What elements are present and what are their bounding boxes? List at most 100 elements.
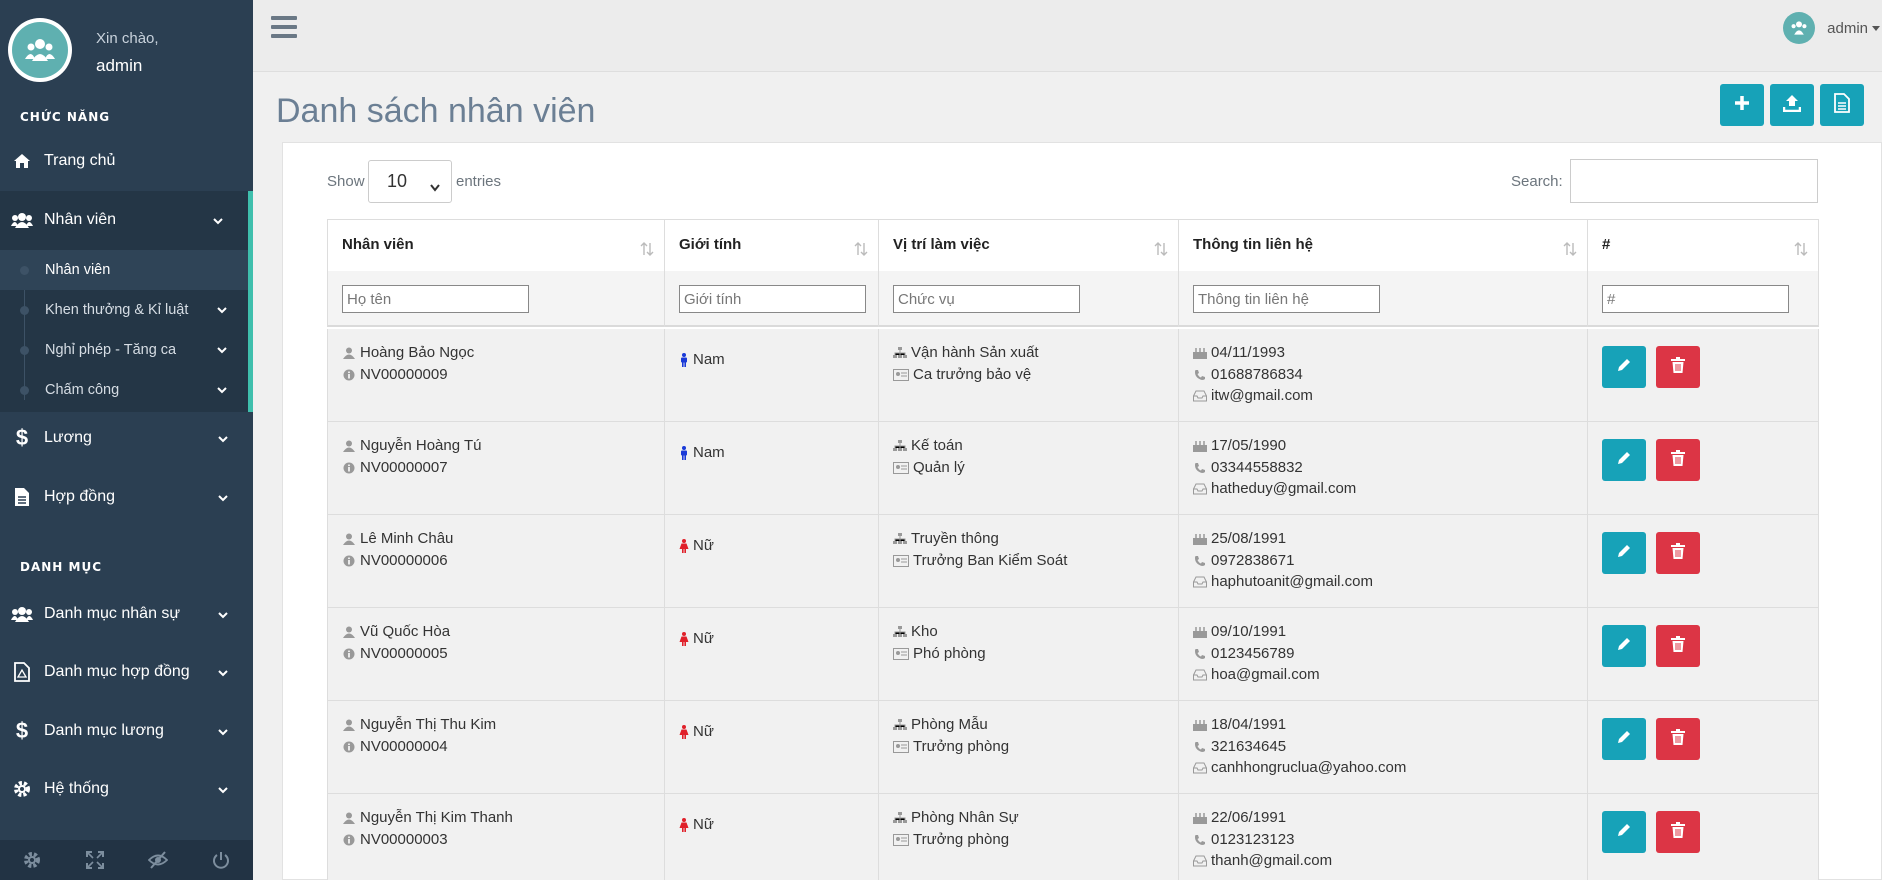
pencil-icon (1616, 543, 1632, 563)
birthday-cake-icon (1193, 532, 1207, 546)
filter-name-input[interactable] (342, 285, 529, 313)
phone-icon (1193, 647, 1207, 661)
phone-number: 0123456789 (1211, 645, 1295, 662)
table-row: Nguyễn Thị Kim Thanh NV00000003 Nữ Phòng Nh… (327, 794, 1819, 880)
id-card-icon (893, 740, 909, 754)
sidebar-item-label: Lương (44, 429, 92, 446)
add-employee-button[interactable] (1720, 84, 1764, 126)
column-header-position[interactable]: Vị trí làm việc (879, 220, 1179, 273)
table-row: Nguyễn Hoàng Tú NV00000007 Nam Kế toán Quản … (327, 422, 1819, 515)
sidebar-item-salary-catalog[interactable]: $ Danh mục lương (0, 702, 253, 760)
male-icon (679, 352, 689, 367)
column-header-actions[interactable]: # (1588, 220, 1818, 273)
top-navbar: admin (253, 0, 1882, 72)
dollar-icon: $ (15, 718, 29, 743)
position-cell: Truyền thông Trưởng Ban Kiểm Soát (879, 515, 1179, 608)
id-card-icon (893, 368, 909, 382)
birthday-cake-icon (1193, 811, 1207, 825)
upload-button[interactable] (1770, 84, 1814, 126)
gender-value: Nữ (693, 537, 714, 554)
export-file-button[interactable] (1820, 84, 1864, 126)
birthday-cake-icon (1193, 718, 1207, 732)
dollar-icon: $ (15, 425, 29, 450)
inbox-icon (1193, 389, 1207, 403)
male-icon (679, 445, 689, 460)
delete-button[interactable] (1656, 439, 1700, 481)
actions-cell (1588, 329, 1818, 422)
actions-cell (1588, 422, 1818, 515)
edit-button[interactable] (1602, 718, 1646, 760)
settings-icon[interactable] (21, 849, 43, 871)
phone-icon (1193, 554, 1207, 568)
delete-button[interactable] (1656, 811, 1700, 853)
trash-icon (1671, 357, 1685, 377)
sidebar-item-salary[interactable]: $ Lương (0, 409, 253, 467)
sidebar-item-employees[interactable]: Nhân viên (0, 191, 253, 249)
phone-icon (1193, 461, 1207, 475)
chevron-down-icon (216, 384, 228, 400)
submenu-item-attendance[interactable]: Chấm công (0, 370, 248, 410)
eye-slash-icon[interactable] (147, 849, 169, 871)
sidebar-item-hr-catalog[interactable]: Danh mục nhân sự (0, 585, 253, 643)
delete-button[interactable] (1656, 532, 1700, 574)
birth-date: 18/04/1991 (1211, 716, 1287, 733)
fullscreen-icon[interactable] (84, 849, 106, 871)
chevron-down-icon (216, 304, 228, 320)
job-title: Phó phòng (913, 645, 986, 662)
edit-button[interactable] (1602, 439, 1646, 481)
show-label: Show (327, 173, 365, 190)
chevron-down-icon (217, 608, 229, 626)
trash-icon (1671, 450, 1685, 470)
info-icon (342, 647, 356, 661)
submenu-item-leave[interactable]: Nghỉ phép - Tăng ca (0, 330, 248, 370)
chevron-down-icon (212, 214, 224, 232)
search-label: Search: (1511, 173, 1563, 190)
edit-button[interactable] (1602, 625, 1646, 667)
employee-name: Lê Minh Châu (360, 530, 454, 547)
entries-select[interactable]: 10 (368, 160, 452, 203)
submenu-item-employees[interactable]: Nhân viên (0, 250, 248, 290)
column-header-gender[interactable]: Giới tính (665, 220, 879, 273)
user-menu[interactable]: admin (1783, 12, 1882, 44)
delete-button[interactable] (1656, 718, 1700, 760)
filter-position-input[interactable] (893, 285, 1080, 313)
user-icon (342, 439, 356, 453)
filter-gender-input[interactable] (679, 285, 866, 313)
avatar[interactable] (8, 18, 72, 82)
delete-button[interactable] (1656, 625, 1700, 667)
position-cell: Kế toán Quản lý (879, 422, 1179, 515)
column-header-contact[interactable]: Thông tin liên hệ (1179, 220, 1588, 273)
menu-toggle-icon[interactable] (271, 16, 297, 38)
search-input[interactable] (1570, 159, 1818, 203)
id-card-icon (893, 833, 909, 847)
phone-number: 03344558832 (1211, 459, 1303, 476)
info-icon (342, 554, 356, 568)
submenu-item-rewards[interactable]: Khen thưởng & Kỉ luật (0, 290, 248, 330)
edit-button[interactable] (1602, 532, 1646, 574)
sidebar-item-label: Danh mục hợp đồng (44, 663, 190, 680)
employee-id: NV00000009 (360, 366, 448, 383)
position-cell: Kho Phó phòng (879, 608, 1179, 701)
sidebar-item-system[interactable]: Hệ thống (0, 760, 253, 818)
power-icon[interactable] (210, 849, 232, 871)
user-icon (342, 346, 356, 360)
job-title: Trưởng phòng (913, 738, 1010, 755)
phone-icon (1193, 368, 1207, 382)
edit-button[interactable] (1602, 346, 1646, 388)
delete-button[interactable] (1656, 346, 1700, 388)
sidebar-item-contract-catalog[interactable]: Danh mục hợp đồng (0, 643, 253, 701)
filter-contact-input[interactable] (1193, 285, 1380, 313)
female-icon (679, 631, 689, 646)
info-icon (342, 740, 356, 754)
birth-date: 22/06/1991 (1211, 809, 1287, 826)
users-icon (12, 22, 68, 78)
sitemap-icon (893, 811, 907, 825)
employee-cell: Vũ Quốc Hòa NV00000005 (328, 608, 665, 701)
contact-cell: 17/05/1990 03344558832 hatheduy@gmail.com (1179, 422, 1588, 515)
column-header-employee[interactable]: Nhân viên (328, 220, 665, 273)
sidebar-item-home[interactable]: Trang chủ (0, 132, 253, 190)
section-title-functions: CHỨC NĂNG (20, 110, 111, 124)
filter-actions-input[interactable] (1602, 285, 1789, 313)
sidebar-item-contracts[interactable]: Hợp đồng (0, 468, 253, 526)
edit-button[interactable] (1602, 811, 1646, 853)
